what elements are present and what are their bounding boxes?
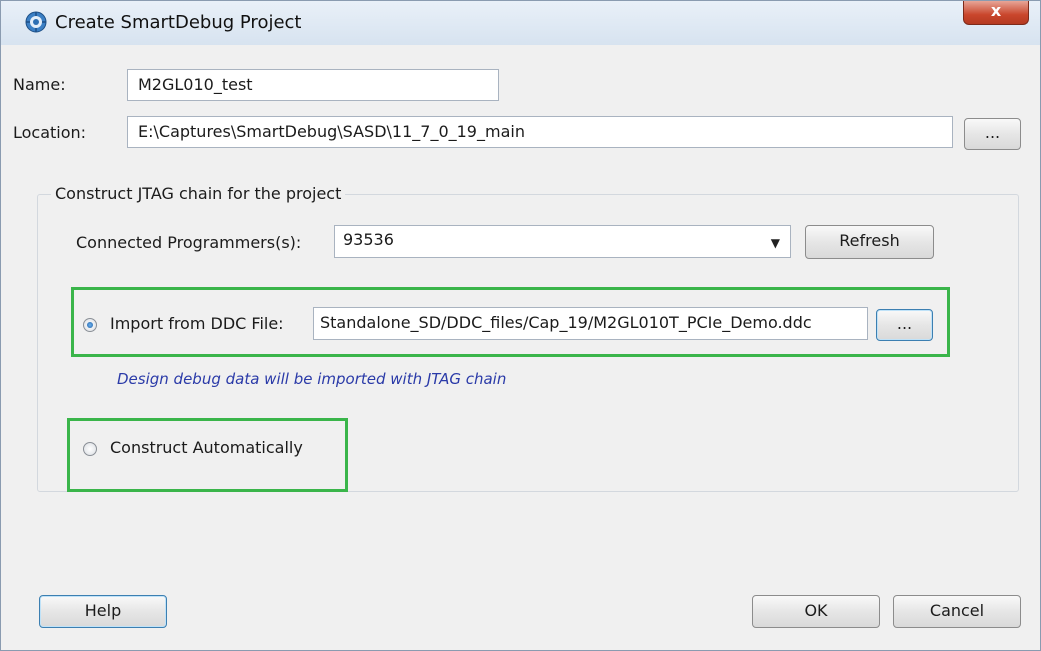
ok-button[interactable]: OK	[752, 595, 880, 628]
construct-automatically-radio[interactable]	[83, 442, 97, 456]
jtag-group-title: Construct JTAG chain for the project	[51, 184, 346, 203]
help-button[interactable]: Help	[39, 595, 167, 628]
close-icon: x	[990, 1, 1002, 20]
dialog-title: Create SmartDebug Project	[55, 12, 302, 33]
import-ddc-radio[interactable]	[83, 318, 97, 332]
dropdown-arrow-icon: ▼	[770, 236, 780, 250]
title-bar: Create SmartDebug Project x	[1, 1, 1040, 45]
close-button[interactable]: x	[963, 1, 1029, 25]
ddc-file-path-input[interactable]: Standalone_SD/DDC_files/Cap_19/M2GL010T_…	[313, 307, 868, 340]
import-ddc-label: Import from DDC File:	[110, 314, 284, 333]
ddc-browse-button[interactable]: ...	[876, 309, 933, 341]
name-input[interactable]: M2GL010_test	[127, 69, 499, 101]
location-label: Location:	[13, 123, 87, 142]
location-input[interactable]: E:\Captures\SmartDebug\SASD\11_7_0_19_ma…	[127, 116, 953, 148]
smartdebug-app-icon	[25, 11, 47, 33]
name-label: Name:	[13, 75, 66, 94]
import-note: Design debug data will be imported with …	[117, 370, 507, 388]
programmers-selected-value: 93536	[343, 230, 394, 249]
programmers-label: Connected Programmers(s):	[76, 233, 302, 252]
location-browse-button[interactable]: ...	[964, 118, 1021, 150]
cancel-button[interactable]: Cancel	[893, 595, 1021, 628]
construct-automatically-label: Construct Automatically	[110, 438, 303, 457]
create-smartdebug-project-dialog: Create SmartDebug Project x Name: M2GL01…	[0, 0, 1041, 651]
programmers-dropdown[interactable]: 93536 ▼	[334, 225, 791, 258]
refresh-button[interactable]: Refresh	[805, 225, 934, 259]
